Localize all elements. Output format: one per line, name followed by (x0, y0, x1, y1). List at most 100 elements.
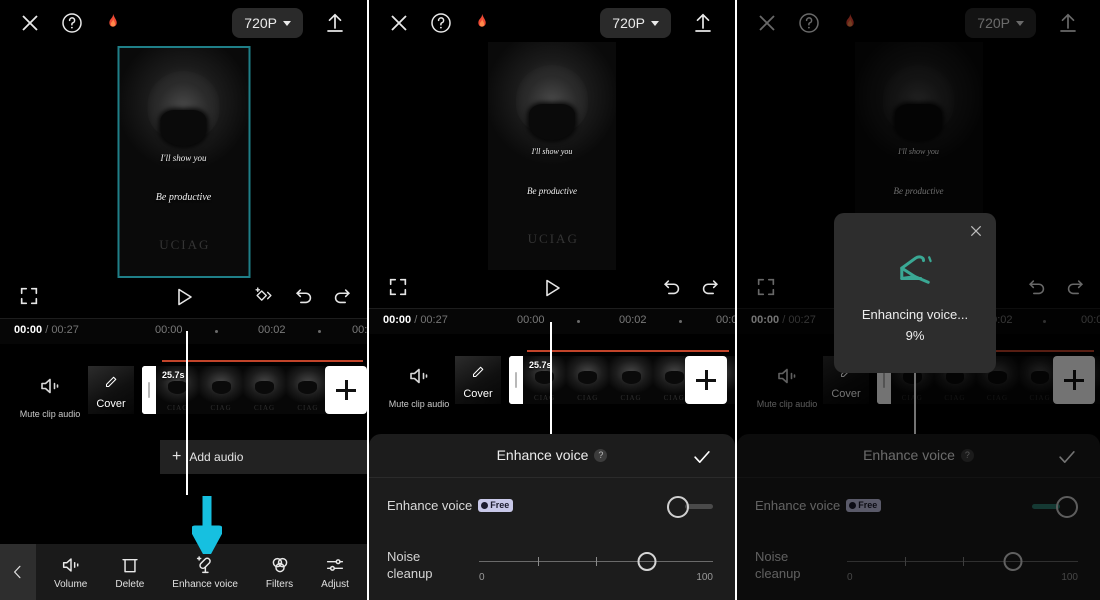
clip-trim-handle-left[interactable] (142, 366, 156, 414)
enhancing-voice-dialog: Enhancing voice... 9% (834, 213, 996, 373)
resolution-label: 720P (612, 15, 645, 31)
cover-thumbnail-button[interactable]: Cover (455, 356, 501, 404)
bottom-toolbar: Volume Delete Enhance voice Filters Adju… (0, 544, 367, 600)
toolbar-item-enhance-voice[interactable]: Enhance voice (172, 554, 238, 590)
confirm-check-icon[interactable] (691, 446, 713, 468)
flame-icon[interactable] (102, 11, 124, 35)
noise-cleanup-min-label: 0 (479, 572, 485, 583)
time-separator: / (42, 324, 52, 336)
clip-frame: CIAG (199, 366, 243, 414)
capcut-logo-icon (892, 253, 938, 287)
help-icon[interactable] (60, 11, 84, 35)
undo-icon[interactable] (293, 285, 315, 307)
enhance-voice-header: Enhance voice? (369, 434, 735, 478)
dialog-close-icon[interactable] (968, 223, 984, 239)
playhead[interactable] (186, 331, 188, 495)
keyframe-icon[interactable] (253, 285, 275, 307)
cover-thumbnail-button[interactable]: Cover (88, 366, 134, 414)
time-readout: 00:00 / 00:27 (14, 324, 79, 336)
toolbar-item-volume[interactable]: Volume (54, 554, 87, 590)
timeline-track[interactable]: Mute clip audio Cover 25.7s CIAG CIAG CI… (0, 344, 367, 430)
video-text-line2: Be productive (527, 185, 577, 196)
toolbar-back-button[interactable] (0, 544, 36, 600)
export-icon[interactable] (323, 11, 347, 35)
close-icon[interactable] (18, 11, 42, 35)
enhance-voice-toggle-label-group: Enhance voice Free (387, 498, 514, 513)
time-readout: 00:00 / 00:27 (383, 314, 448, 326)
panel-3-processing-dialog: 720P UCIAG I'll show you Be productive (735, 0, 1100, 600)
toolbar-item-filters[interactable]: Filters (266, 554, 293, 590)
timeline-track[interactable]: Mute clip audio Cover 25.7s CIAG CIAG CI… (369, 334, 735, 420)
toolbar-item-adjust[interactable]: Adjust (321, 554, 349, 590)
toggle-track (685, 504, 713, 509)
expand-icon[interactable] (18, 285, 40, 307)
ruler-tick-1: 00:02 (619, 314, 647, 326)
toggle-knob (667, 496, 689, 518)
play-icon[interactable] (540, 276, 564, 300)
clip-frame: CIAG (566, 356, 610, 404)
panel-1-editor: 720P UCIAG I'll show you Be productive 0… (0, 0, 367, 600)
enhance-voice-icon (196, 556, 211, 574)
mute-clip-audio-label: Mute clip audio (388, 399, 450, 409)
clip-frame: CIAG (609, 356, 653, 404)
mute-clip-audio-button[interactable]: Mute clip audio (387, 364, 451, 409)
noise-cleanup-handle[interactable] (637, 552, 657, 571)
video-canvas[interactable]: UCIAG I'll show you Be productive (117, 46, 250, 278)
ruler-dot-1 (577, 320, 580, 323)
redo-icon[interactable] (331, 285, 353, 307)
noise-cleanup-label-line1: Noise (387, 549, 421, 564)
add-clip-button[interactable] (325, 366, 367, 414)
speaker-icon (41, 378, 59, 394)
enhance-voice-panel: Enhance voice? Enhance voice Free (369, 434, 735, 600)
close-icon[interactable] (387, 11, 411, 35)
help-icon[interactable] (429, 11, 453, 35)
toolbar-label-delete: Delete (115, 579, 145, 590)
enhance-voice-toggle-label: Enhance voice (387, 498, 473, 513)
add-clip-button[interactable] (685, 356, 727, 404)
ruler-dot-2 (679, 320, 682, 323)
add-audio-label: Add audio (189, 450, 244, 464)
adjust-icon (326, 559, 344, 571)
play-icon[interactable] (172, 285, 196, 309)
ruler-dot-1 (215, 330, 218, 333)
playhead[interactable] (550, 322, 552, 434)
toolbar-label-adjust: Adjust (321, 579, 349, 590)
expand-icon[interactable] (387, 276, 409, 298)
undo-icon[interactable] (661, 276, 683, 298)
resolution-selector[interactable]: 720P (232, 8, 303, 38)
free-badge-text: Free (490, 500, 510, 511)
video-subject-mask (528, 103, 576, 141)
video-preview-area: UCIAG I'll show you Be productive (369, 42, 735, 274)
timeline-ruler[interactable]: 00:00 / 00:27 00:00 00:02 00:0 (0, 318, 367, 344)
video-canvas[interactable]: UCIAG I'll show you Be productive (488, 42, 616, 270)
enhance-voice-title: Enhance voice (496, 447, 589, 463)
export-icon[interactable] (691, 11, 715, 35)
mute-clip-audio-button[interactable]: Mute clip audio (18, 374, 82, 419)
timeline-ruler[interactable]: 00:00 / 00:27 00:00 00:02 00:0 (369, 308, 735, 334)
add-audio-track[interactable]: + Add audio (160, 440, 367, 474)
clip-frame: CIAG (286, 366, 330, 414)
enhance-voice-toggle-row: Enhance voice Free (369, 478, 735, 536)
toolbar-item-delete[interactable]: Delete (115, 554, 144, 590)
chevron-down-icon (283, 20, 291, 26)
help-badge-icon[interactable]: ? (594, 448, 608, 462)
player-controls (0, 277, 367, 317)
resolution-selector[interactable]: 720P (600, 8, 671, 38)
toolbar-label-filters: Filters (265, 579, 294, 590)
redo-icon[interactable] (699, 276, 721, 298)
annotation-arrow-down (190, 496, 224, 557)
volume-icon (62, 558, 79, 572)
cover-label: Cover (96, 398, 126, 410)
noise-cleanup-track[interactable] (479, 552, 713, 571)
slider-tick-25 (537, 557, 539, 566)
dialog-progress: 9% (905, 328, 925, 343)
clip-duration-label: 25.7s (529, 360, 552, 370)
clip-trim-handle-left[interactable] (509, 356, 523, 404)
trash-icon (122, 558, 138, 573)
enhance-voice-toggle[interactable] (667, 496, 713, 518)
pencil-icon (471, 365, 485, 379)
player-controls (369, 268, 735, 308)
flame-icon[interactable] (471, 11, 493, 35)
cover-label: Cover (463, 388, 493, 400)
mute-clip-audio-label: Mute clip audio (19, 409, 81, 419)
